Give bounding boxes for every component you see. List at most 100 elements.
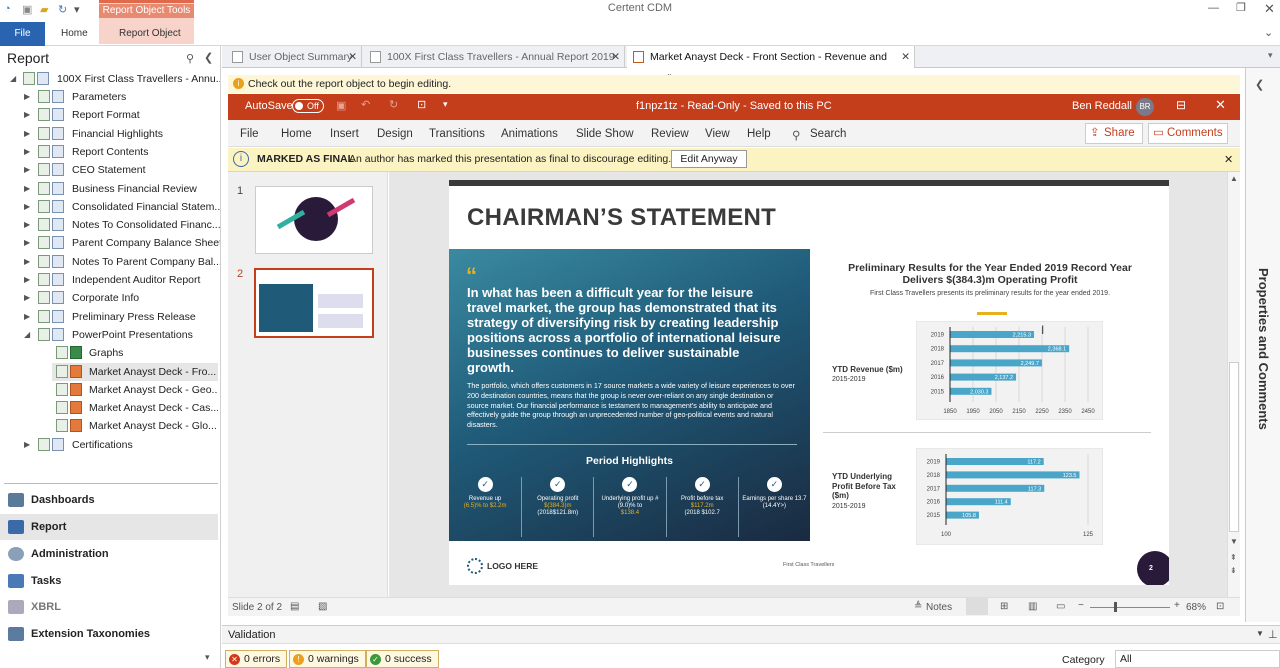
accessibility-icon[interactable]: ▧ — [318, 601, 327, 612]
expand-arrow-icon[interactable]: ▶ — [24, 161, 34, 179]
present-icon[interactable]: ⊡ — [417, 98, 426, 111]
menu-design[interactable]: Design — [377, 128, 413, 140]
ribbon-display-icon[interactable]: ⊟ — [1176, 98, 1186, 112]
tree-item-deck-cas[interactable]: Market Anayst Deck - Cas... — [52, 399, 218, 417]
doc-tab-user-object-summary[interactable]: User Object Summary ✕ — [226, 46, 362, 68]
tree-item-independent-auditor-report[interactable]: ▶ Independent Auditor Report — [24, 271, 220, 289]
tree-item-financial-highlights[interactable]: ▶ Financial Highlights — [24, 125, 220, 143]
nav-extension-taxonomies[interactable]: Extension Taxonomies — [0, 621, 218, 647]
tree-item-consolidated-financial-statements[interactable]: ▶ Consolidated Financial Statem... — [24, 198, 220, 216]
menu-animations[interactable]: Animations — [501, 128, 558, 140]
expand-arrow-icon[interactable]: ▶ — [24, 180, 34, 198]
tree-item-certifications[interactable]: ▶ Certifications — [24, 436, 220, 454]
redo-icon[interactable]: ↻ — [389, 98, 398, 111]
minimize-icon[interactable]: — — [1208, 2, 1219, 14]
tree-item-deck-front[interactable]: Market Anayst Deck - Fro... — [52, 362, 218, 381]
tree-item-deck-glo[interactable]: Market Anayst Deck - Glo... — [52, 417, 218, 435]
close-tab-icon[interactable]: ✕ — [348, 46, 357, 68]
expand-arrow-icon[interactable]: ▶ — [24, 88, 34, 106]
zoom-slider-thumb[interactable] — [1114, 602, 1117, 612]
slide[interactable]: CHAIRMAN’S STATEMENT “ In what has been … — [449, 180, 1169, 585]
scroll-thumb[interactable] — [1229, 362, 1239, 532]
search-icon[interactable]: ⚲ — [792, 128, 800, 142]
avatar[interactable]: BR — [1136, 98, 1154, 116]
menu-view[interactable]: View — [705, 128, 730, 140]
tree-item-preliminary-press-release[interactable]: ▶ Preliminary Press Release — [24, 308, 220, 326]
menu-transitions[interactable]: Transitions — [429, 128, 485, 140]
category-select[interactable]: All — [1115, 650, 1280, 668]
expand-arrow-icon[interactable]: ▶ — [24, 436, 34, 454]
slide-thumbnail-1[interactable] — [255, 186, 373, 254]
ribbon-collapse-icon[interactable]: ⌄ — [1264, 26, 1273, 39]
close-icon[interactable]: ✕ — [1215, 97, 1226, 113]
normal-view-icon[interactable] — [966, 598, 988, 615]
dropdown-icon[interactable]: ▼ — [1256, 629, 1264, 638]
properties-label-area[interactable]: Properties and Comments — [1249, 268, 1277, 468]
expanded-arrow-icon[interactable]: ◢ — [10, 70, 20, 88]
expand-arrow-icon[interactable]: ▶ — [24, 271, 34, 289]
collapse-pane-icon[interactable]: ❮ — [204, 51, 213, 64]
success-filter[interactable]: ✓ 0 success — [366, 650, 439, 668]
expand-arrow-icon[interactable]: ▶ — [24, 198, 34, 216]
pin-icon[interactable]: ⊥ — [1268, 628, 1278, 641]
tree-item-deck-geo[interactable]: Market Anayst Deck - Geo... — [52, 381, 218, 399]
next-slide-icon[interactable]: ⇟ — [1230, 566, 1237, 575]
share-button[interactable]: ⇪ Share — [1085, 123, 1143, 144]
comments-button[interactable]: ▭ Comments — [1148, 123, 1228, 144]
tab-home[interactable]: Home — [61, 22, 88, 46]
save-icon[interactable]: ▣ — [22, 3, 32, 16]
tree-item-business-financial-review[interactable]: ▶ Business Financial Review — [24, 180, 220, 198]
tree-item-parent-company-balance-sheet[interactable]: ▶ Parent Company Balance Sheet — [24, 234, 220, 252]
search-box[interactable]: Search — [810, 128, 846, 140]
warnings-filter[interactable]: ! 0 warnings — [289, 650, 366, 668]
zoom-in-icon[interactable]: + — [1174, 600, 1180, 611]
slideshow-icon[interactable]: ▭ — [1056, 601, 1065, 612]
nav-tasks[interactable]: Tasks — [0, 568, 218, 594]
autosave-toggle[interactable]: Off — [292, 99, 324, 113]
tree-item-report-contents[interactable]: ▶ Report Contents — [24, 143, 220, 161]
expand-arrow-icon[interactable]: ▶ — [24, 143, 34, 161]
tree-item-parameters[interactable]: ▶ Parameters — [24, 88, 220, 106]
scroll-down-icon[interactable]: ▼ — [1230, 537, 1238, 546]
reading-view-icon[interactable]: ▥ — [1028, 601, 1037, 612]
customize-icon[interactable]: ▾ — [443, 99, 448, 110]
fit-slide-icon[interactable]: ⊡ — [1216, 601, 1224, 612]
expand-arrow-icon[interactable]: ▶ — [24, 253, 34, 271]
expand-arrow-icon[interactable]: ▶ — [24, 125, 34, 143]
menu-insert[interactable]: Insert — [330, 128, 359, 140]
quick-access-dropdown-icon[interactable]: ▾ — [74, 3, 80, 16]
menu-review[interactable]: Review — [651, 128, 689, 140]
tree-item-corporate-info[interactable]: ▶ Corporate Info — [24, 289, 220, 307]
expand-arrow-icon[interactable]: ▶ — [24, 216, 34, 234]
tree-item-powerpoint-presentations[interactable]: ◢ PowerPoint Presentations — [24, 326, 220, 344]
expand-arrow-icon[interactable]: ▶ — [24, 234, 34, 252]
nav-dashboards[interactable]: Dashboards — [0, 487, 218, 513]
nav-xbrl[interactable]: XBRL — [0, 594, 218, 620]
nav-administration[interactable]: Administration — [0, 541, 218, 567]
tab-report-object[interactable]: Report Object — [119, 22, 181, 46]
scroll-up-icon[interactable]: ▲ — [1230, 174, 1238, 183]
tree-item-notes-to-consolidated[interactable]: ▶ Notes To Consolidated Financ... — [24, 216, 220, 234]
expand-arrow-icon[interactable]: ▶ — [24, 308, 34, 326]
zoom-out-icon[interactable]: − — [1078, 600, 1084, 611]
tabs-dropdown-icon[interactable]: ▾ — [1268, 50, 1273, 61]
refresh-icon[interactable]: ↻ — [58, 3, 67, 16]
nav-options-icon[interactable]: ▾ — [205, 652, 210, 663]
save-icon[interactable]: ▣ — [336, 99, 346, 112]
expand-arrow-icon[interactable]: ▶ — [24, 106, 34, 124]
doc-tab-annual-report[interactable]: 100X First Class Travellers - Annual Rep… — [364, 46, 625, 85]
vertical-scrollbar[interactable]: ▲ ▼ ⇞ ⇟ — [1227, 172, 1240, 597]
close-icon[interactable]: ✕ — [1264, 1, 1275, 17]
tree-item-report-format[interactable]: ▶ Report Format — [24, 106, 220, 124]
prev-slide-icon[interactable]: ⇞ — [1230, 553, 1237, 562]
close-tab-icon[interactable]: ✕ — [901, 46, 910, 68]
menu-file[interactable]: File — [240, 128, 259, 140]
notes-button[interactable]: Notes — [926, 602, 952, 613]
errors-filter[interactable]: ✕ 0 errors — [225, 650, 288, 668]
tree-item-ceo-statement[interactable]: ▶ CEO Statement — [24, 161, 220, 179]
nav-report[interactable]: Report — [0, 514, 218, 540]
zoom-level[interactable]: 68% — [1186, 602, 1206, 613]
doc-tab-market-deck[interactable]: Market Anayst Deck - Front Section - Rev… — [627, 46, 915, 85]
expand-arrow-icon[interactable]: ▶ — [24, 289, 34, 307]
expanded-arrow-icon[interactable]: ◢ — [24, 326, 34, 344]
